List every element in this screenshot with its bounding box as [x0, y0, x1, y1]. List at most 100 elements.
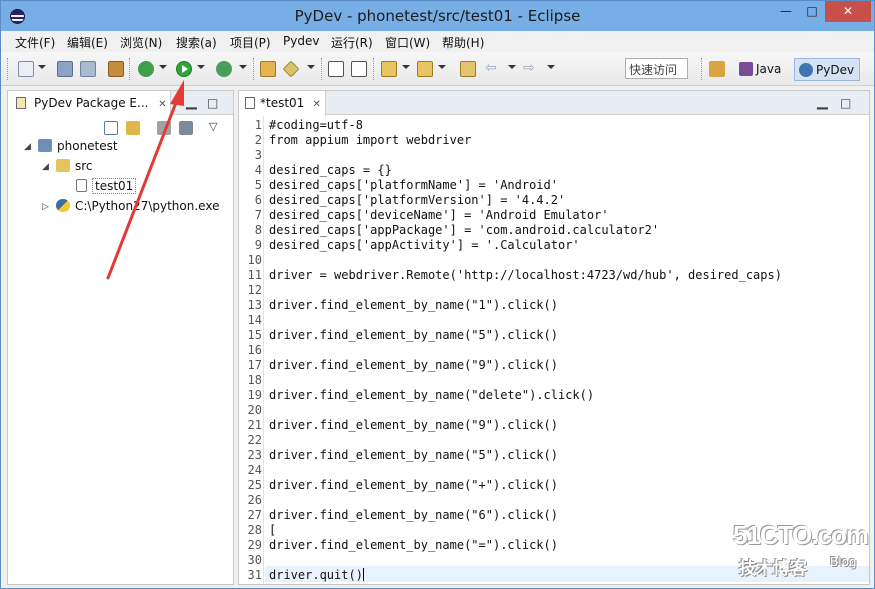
menu-navigate[interactable]: 浏览(N)	[120, 34, 162, 51]
run-icon[interactable]	[176, 61, 192, 77]
code-line[interactable]: driver.find_element_by_name("+").click()	[269, 478, 865, 493]
line-number: 7	[254, 208, 262, 222]
menu-project[interactable]: 项目(P)	[230, 34, 271, 51]
package-explorer-icon	[16, 97, 26, 109]
java-perspective-icon	[739, 62, 753, 76]
line-number: 31	[247, 568, 262, 582]
new-icon[interactable]	[18, 61, 34, 77]
maximize-editor-icon[interactable]: □	[840, 96, 851, 110]
code-text-area[interactable]: #coding=utf-8 from appium import webdrive…	[269, 118, 865, 583]
menu-pydev[interactable]: Pydev	[283, 34, 319, 48]
next-annotation-dropdown-icon[interactable]	[402, 65, 410, 69]
view-menu-icon[interactable]: ▽	[209, 120, 217, 133]
tree-item-label: C:\Python27\python.exe	[75, 199, 220, 213]
tree-expanded-icon[interactable]: ◢	[24, 142, 31, 152]
code-line[interactable]: desired_caps['platformName'] = 'Android'	[269, 178, 865, 193]
code-line[interactable]: driver.find_element_by_name("9").click()	[269, 358, 865, 373]
back-icon[interactable]: ⇦	[485, 61, 501, 77]
debug-dropdown-icon[interactable]	[159, 65, 167, 69]
debug-icon[interactable]	[138, 61, 154, 77]
show-whitespace-icon[interactable]	[351, 61, 367, 77]
code-line[interactable]	[269, 253, 865, 268]
code-line[interactable]	[269, 373, 865, 388]
next-annotation-icon[interactable]	[381, 61, 397, 77]
previous-annotation-dropdown-icon[interactable]	[438, 65, 446, 69]
maximize-button[interactable]: □	[799, 1, 825, 22]
maximize-view-icon[interactable]: □	[207, 96, 218, 110]
window-title: PyDev - phonetest/src/test01 - Eclipse	[294, 7, 581, 25]
code-line[interactable]	[269, 313, 865, 328]
code-line[interactable]: desired_caps['platformVersion'] = '4.4.2…	[269, 193, 865, 208]
save-icon[interactable]	[57, 61, 73, 77]
perspective-pydev-button[interactable]: PyDev	[794, 58, 860, 81]
perspective-java-button[interactable]: Java	[735, 58, 790, 81]
pydev-perspective-icon	[799, 63, 813, 77]
open-perspective-icon[interactable]	[709, 61, 725, 77]
close-button[interactable]: ✕	[825, 1, 871, 22]
close-tab-icon[interactable]: ✕	[158, 99, 166, 110]
code-line[interactable]: from appium import webdriver	[269, 133, 865, 148]
tree-collapsed-icon[interactable]: ▷	[42, 202, 49, 212]
new-dropdown-icon[interactable]	[38, 65, 46, 69]
code-line[interactable]	[269, 148, 865, 163]
external-tools-icon[interactable]	[216, 61, 232, 77]
run-dropdown-icon[interactable]	[197, 65, 205, 69]
code-line[interactable]: driver.find_element_by_name("5").click()	[269, 328, 865, 343]
code-line[interactable]	[269, 463, 865, 478]
code-line[interactable]	[269, 433, 865, 448]
code-line[interactable]: desired_caps = {}	[269, 163, 865, 178]
save-all-icon[interactable]	[80, 61, 96, 77]
pencil-icon[interactable]	[282, 60, 300, 78]
line-number: 22	[247, 433, 262, 447]
editor-tab-test01[interactable]: *test01 ✕	[239, 91, 326, 116]
filter-icon[interactable]	[157, 121, 171, 135]
code-line[interactable]: driver.find_element_by_name("delete").cl…	[269, 388, 865, 403]
menu-help[interactable]: 帮助(H)	[442, 34, 484, 51]
watermark-blog: Blog	[830, 555, 857, 569]
view-options-icon[interactable]	[179, 121, 193, 135]
code-line[interactable]: #coding=utf-8	[269, 118, 865, 133]
project-icon	[38, 139, 52, 152]
code-line[interactable]: desired_caps['appActivity'] = '.Calculat…	[269, 238, 865, 253]
code-line[interactable]: driver.find_element_by_name("9").click()	[269, 418, 865, 433]
tree-item-selected[interactable]: test01	[76, 178, 137, 199]
code-line[interactable]	[269, 343, 865, 358]
code-line[interactable]: desired_caps['deviceName'] = 'Android Em…	[269, 208, 865, 223]
quick-access-input[interactable]: 快速访问	[625, 58, 688, 79]
link-with-editor-icon[interactable]	[126, 121, 140, 135]
code-line[interactable]	[269, 493, 865, 508]
line-number: 16	[247, 343, 262, 357]
watermark-sub: 技术博客	[739, 559, 807, 579]
package-explorer-tab-label: PyDev Package E...	[34, 96, 149, 110]
code-line[interactable]	[269, 403, 865, 418]
forward-icon[interactable]: ⇨	[523, 61, 539, 77]
code-line[interactable]: desired_caps['appPackage'] = 'com.androi…	[269, 223, 865, 238]
title-bar: PyDev - phonetest/src/test01 - Eclipse —…	[1, 1, 874, 31]
toggle-block-icon[interactable]	[328, 61, 344, 77]
external-tools-dropdown-icon[interactable]	[239, 65, 247, 69]
last-edit-location-icon[interactable]	[460, 61, 476, 77]
close-tab-icon[interactable]: ✕	[312, 99, 320, 110]
minimize-view-icon[interactable]: ▁	[186, 94, 197, 110]
open-folder-icon[interactable]	[260, 61, 276, 77]
menu-search[interactable]: 搜索(a)	[176, 34, 217, 51]
pencil-dropdown-icon[interactable]	[307, 65, 315, 69]
collapse-all-icon[interactable]	[104, 121, 118, 135]
menu-edit[interactable]: 编辑(E)	[67, 34, 108, 51]
menu-run[interactable]: 运行(R)	[331, 34, 373, 51]
minimize-editor-icon[interactable]: ▁	[817, 94, 828, 110]
package-explorer-tab[interactable]: PyDev Package E... ✕	[8, 91, 171, 115]
line-number: 25	[247, 478, 262, 492]
forward-dropdown-icon[interactable]	[547, 65, 555, 69]
code-line[interactable]	[269, 283, 865, 298]
menu-window[interactable]: 窗口(W)	[385, 34, 430, 51]
back-dropdown-icon[interactable]	[508, 65, 516, 69]
minimize-button[interactable]: —	[773, 1, 799, 22]
previous-annotation-icon[interactable]	[417, 61, 433, 77]
print-icon[interactable]	[108, 61, 124, 77]
tree-expanded-icon[interactable]: ◢	[42, 162, 49, 172]
code-line[interactable]: driver.find_element_by_name("5").click()	[269, 448, 865, 463]
code-line[interactable]: driver = webdriver.Remote('http://localh…	[269, 268, 865, 283]
menu-file[interactable]: 文件(F)	[15, 34, 55, 51]
code-line[interactable]: driver.find_element_by_name("1").click()	[269, 298, 865, 313]
